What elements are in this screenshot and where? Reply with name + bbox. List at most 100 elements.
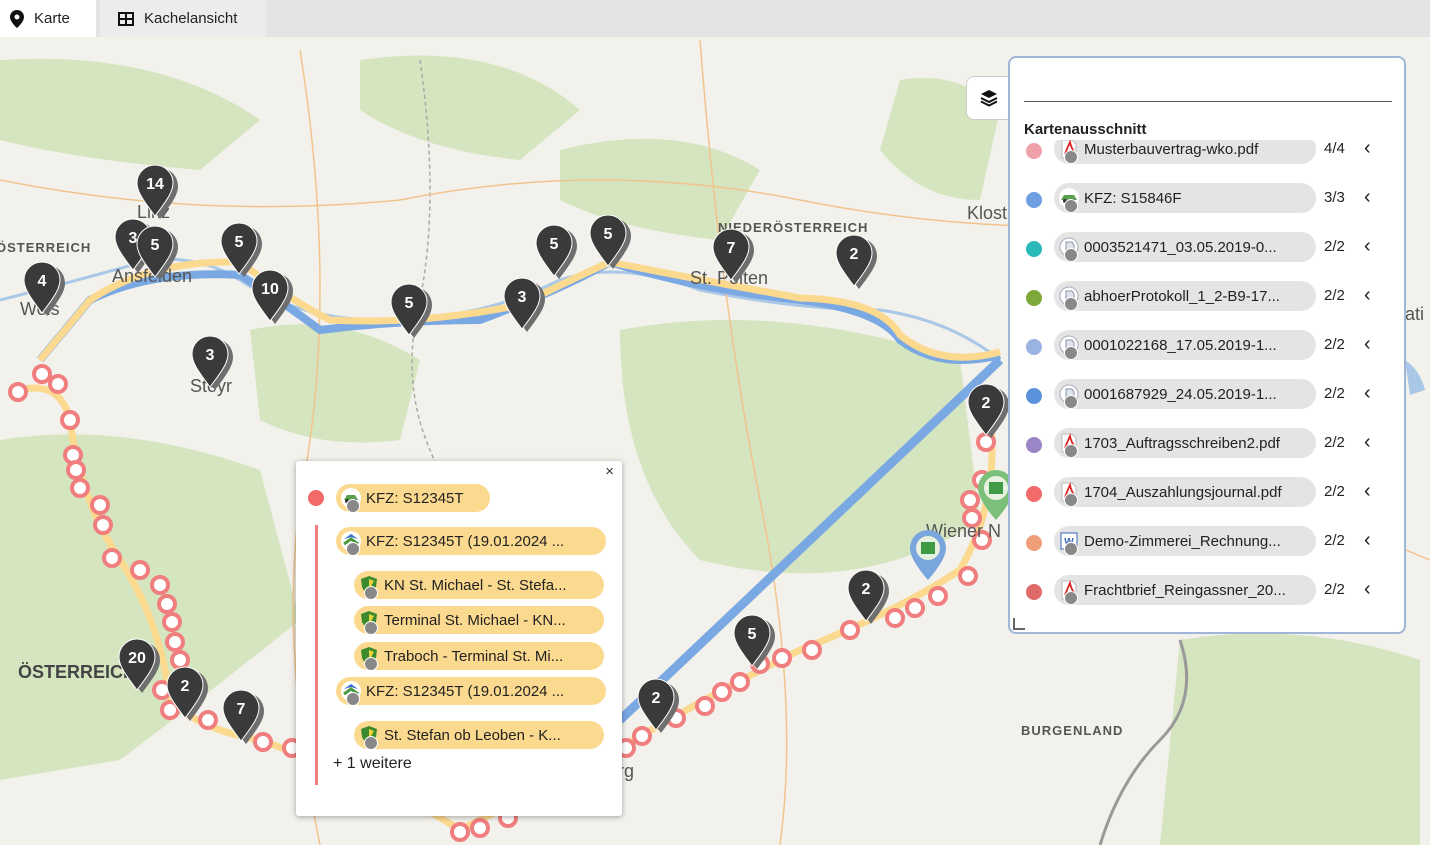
shield-icon: [358, 645, 380, 670]
pdf-icon: [1058, 579, 1080, 605]
legend-chip[interactable]: 0003521471_03.05.2019-0...: [1054, 232, 1316, 262]
legend-label: Frachtbrief_Reingassner_20...: [1084, 581, 1286, 599]
chevron-left-icon[interactable]: ‹: [1364, 431, 1371, 454]
legend-chip[interactable]: 0001687929_24.05.2019-1...: [1054, 379, 1316, 409]
popup-item[interactable]: Traboch - Terminal St. Mi...: [354, 642, 604, 670]
popup-close-icon[interactable]: ×: [605, 463, 614, 480]
cluster-count: 5: [748, 626, 757, 643]
legend-count: 3/3: [1324, 189, 1345, 206]
legend-chip[interactable]: Musterbauvertrag-wko.pdf: [1054, 140, 1316, 164]
popup-more-link[interactable]: + 1 weitere: [333, 755, 412, 773]
popup-item[interactable]: Terminal St. Michael - KN...: [354, 606, 604, 634]
panel-title: Kartenausschnitt: [1024, 121, 1147, 138]
legend-count: 2/2: [1324, 336, 1345, 353]
legend-color-dot: [1026, 437, 1042, 453]
legend-label: 1703_Auftragsschreiben2.pdf: [1084, 434, 1280, 452]
legend-count: 2/2: [1324, 287, 1345, 304]
chevron-left-icon[interactable]: ‹: [1364, 235, 1371, 258]
legend-chip[interactable]: abhoerProtokoll_1_2-B9-17...: [1054, 281, 1316, 311]
legend-count: 2/2: [1324, 532, 1345, 549]
chevron-left-icon[interactable]: ‹: [1364, 140, 1371, 160]
legend-row[interactable]: 1703_Auftragsschreiben2.pdf 2/2 ‹: [1010, 424, 1404, 464]
layers-button[interactable]: [966, 76, 1012, 120]
popup-item[interactable]: KFZ: S12345T (19.01.2024 ...: [336, 527, 606, 555]
cluster-count: 3: [518, 289, 527, 306]
chevron-left-icon[interactable]: ‹: [1364, 529, 1371, 552]
popup-item[interactable]: KN St. Michael - St. Stefa...: [354, 571, 604, 599]
legend-chip[interactable]: 0001022168_17.05.2019-1...: [1054, 330, 1316, 360]
cluster-count: 2: [982, 395, 991, 412]
legend-color-dot: [1026, 486, 1042, 502]
cluster-count: 2: [850, 246, 859, 263]
chevron-left-icon[interactable]: ‹: [1364, 480, 1371, 503]
popup-item-label: KFZ: S12345T (19.01.2024 ...: [366, 682, 565, 700]
legend-color-dot: [1026, 192, 1042, 208]
tab-kachelansicht[interactable]: Kachelansicht: [100, 0, 266, 37]
legend-chip[interactable]: 1704_Auszahlungsjournal.pdf: [1054, 477, 1316, 507]
car-icon: [1058, 187, 1080, 213]
shield-icon: [358, 609, 380, 634]
resize-handle[interactable]: [1013, 618, 1025, 630]
cluster-count: 10: [261, 281, 279, 298]
route-icon: [340, 680, 362, 705]
chevron-left-icon[interactable]: ‹: [1364, 333, 1371, 356]
legend-color-dot: [1026, 535, 1042, 551]
legend-row[interactable]: KFZ: S15846F 3/3 ‹: [1010, 179, 1404, 219]
legend-row[interactable]: 0001687929_24.05.2019-1... 2/2 ‹: [1010, 375, 1404, 415]
legend-label: 0001022168_17.05.2019-1...: [1084, 336, 1277, 354]
grid-icon: [118, 11, 134, 26]
legend-count: 2/2: [1324, 385, 1345, 402]
tab-karte-label: Karte: [34, 10, 70, 27]
legend-chip[interactable]: 1703_Auftragsschreiben2.pdf: [1054, 428, 1316, 458]
cluster-count: 14: [146, 176, 164, 193]
legend-chip[interactable]: KFZ: S15846F: [1054, 183, 1316, 213]
pdf-icon: [1058, 140, 1080, 164]
file-icon: [1058, 236, 1080, 262]
legend-color-dot: [1026, 290, 1042, 306]
tab-karte[interactable]: Karte: [0, 0, 96, 37]
cluster-count: 3: [206, 347, 215, 364]
chevron-left-icon[interactable]: ‹: [1364, 284, 1371, 307]
legend-label: Demo-Zimmerei_Rechnung...: [1084, 532, 1281, 550]
popup-item[interactable]: St. Stefan ob Leoben - K...: [354, 721, 604, 749]
legend-color-dot: [1026, 584, 1042, 600]
legend-count: 2/2: [1324, 238, 1345, 255]
legend-chip[interactable]: WDemo-Zimmerei_Rechnung...: [1054, 526, 1316, 556]
cluster-count: 2: [652, 690, 661, 707]
cluster-count: 3: [129, 230, 138, 247]
map-marker-icon: [10, 9, 24, 28]
region-burgenland: BURGENLAND: [1021, 723, 1123, 738]
pdf-icon: [1058, 481, 1080, 507]
popup-header-label: KFZ: S12345T: [366, 489, 464, 507]
tab-kachelansicht-label: Kachelansicht: [144, 10, 238, 27]
legend-row[interactable]: Frachtbrief_Reingassner_20... 2/2 ‹: [1010, 571, 1404, 611]
chevron-left-icon[interactable]: ‹: [1364, 186, 1371, 209]
file-icon: [1058, 383, 1080, 409]
chevron-left-icon[interactable]: ‹: [1364, 382, 1371, 405]
legend-count: 2/2: [1324, 483, 1345, 500]
legend-chip[interactable]: Frachtbrief_Reingassner_20...: [1054, 575, 1316, 605]
legend-row[interactable]: Musterbauvertrag-wko.pdf 4/4 ‹: [1010, 140, 1404, 170]
shield-icon: [358, 724, 380, 749]
legend-row[interactable]: 0003521471_03.05.2019-0... 2/2 ‹: [1010, 228, 1404, 268]
legend-label: Musterbauvertrag-wko.pdf: [1084, 140, 1259, 158]
map-popup: × KFZ: S12345T KFZ: S12345T (19.01.2024 …: [296, 461, 622, 816]
popup-item-label: Terminal St. Michael - KN...: [384, 611, 566, 629]
legend-row[interactable]: 1704_Auszahlungsjournal.pdf 2/2 ‹: [1010, 473, 1404, 513]
legend-label: KFZ: S15846F: [1084, 189, 1182, 207]
place-oesterreich: ÖSTERREICH: [18, 662, 136, 682]
legend-list[interactable]: Musterbauvertrag-wko.pdf 4/4 ‹ KFZ: S15846F…: [1010, 140, 1404, 620]
popup-item-label: St. Stefan ob Leoben - K...: [384, 726, 561, 744]
legend-count: 2/2: [1324, 434, 1345, 451]
layers-icon: [980, 90, 998, 107]
legend-color-dot: [1026, 241, 1042, 257]
legend-count: 4/4: [1324, 140, 1345, 157]
chevron-left-icon[interactable]: ‹: [1364, 578, 1371, 601]
popup-header-chip[interactable]: KFZ: S12345T: [336, 484, 490, 512]
popup-item-label: Traboch - Terminal St. Mi...: [384, 647, 564, 665]
legend-row[interactable]: WDemo-Zimmerei_Rechnung... 2/2 ‹: [1010, 522, 1404, 562]
popup-item[interactable]: KFZ: S12345T (19.01.2024 ...: [336, 677, 606, 705]
legend-count: 2/2: [1324, 581, 1345, 598]
legend-row[interactable]: abhoerProtokoll_1_2-B9-17... 2/2 ‹: [1010, 277, 1404, 317]
legend-row[interactable]: 0001022168_17.05.2019-1... 2/2 ‹: [1010, 326, 1404, 366]
